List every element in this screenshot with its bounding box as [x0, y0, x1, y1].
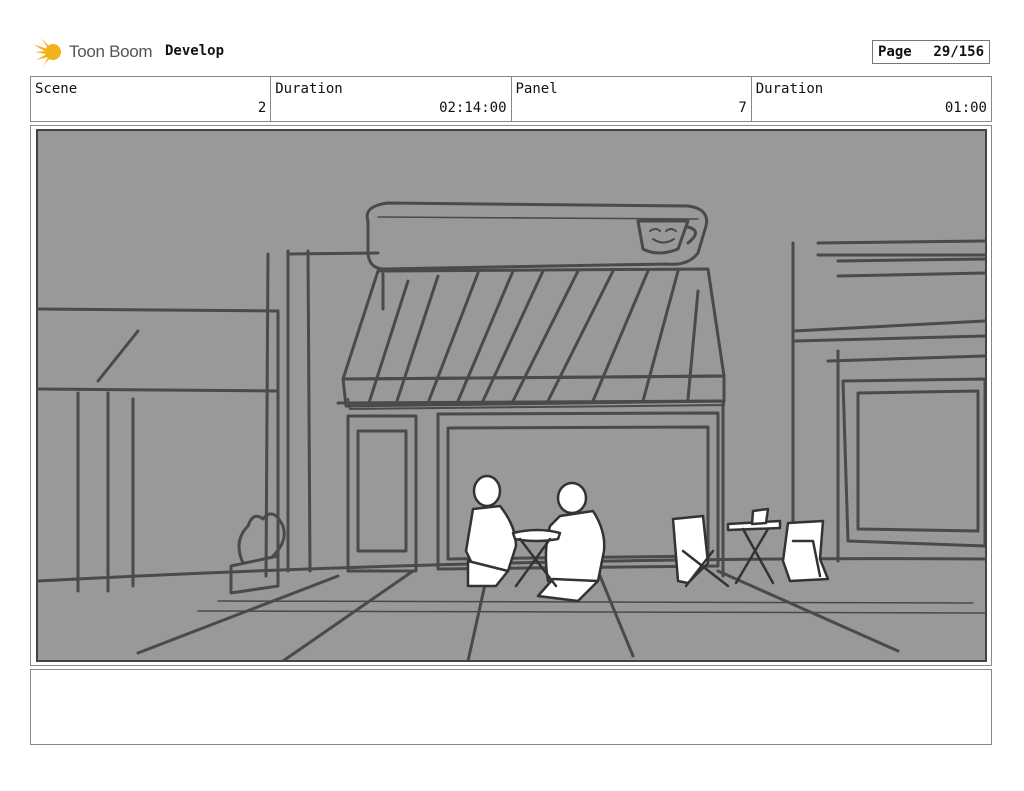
scene-duration-cell: Duration 02:14:00: [271, 77, 512, 121]
cafe-scene-sketch: [38, 201, 985, 660]
toon-boom-logo: Toon Boom: [33, 36, 153, 68]
project-name: Develop: [165, 43, 225, 59]
starburst-icon: [33, 38, 61, 66]
action-notes-box[interactable]: [30, 669, 992, 745]
page-indicator: Page 29/156: [872, 40, 990, 64]
logo-text: Toon Boom: [69, 42, 153, 61]
scene-label: Scene: [35, 81, 78, 97]
storyboard-sketch: [36, 129, 987, 662]
panel-cell: Panel 7: [512, 77, 752, 121]
panel-duration-label: Duration: [755, 81, 824, 97]
scene-duration-value: 02:14:00: [439, 100, 507, 116]
panel-label: Panel: [515, 81, 558, 97]
panel-info-row: Scene 2 Duration 02:14:00 Panel 7 Durati…: [30, 76, 992, 122]
scene-value: 2: [257, 100, 267, 116]
panel-duration-value: 01:00: [944, 100, 987, 116]
scene-duration-label: Duration: [275, 81, 343, 97]
panel-value: 7: [738, 100, 747, 116]
page-value: 29/156: [933, 44, 984, 60]
panel-duration-cell: Duration 01:00: [752, 77, 991, 121]
scene-cell: Scene 2: [31, 77, 272, 121]
page-label: Page: [878, 44, 912, 60]
